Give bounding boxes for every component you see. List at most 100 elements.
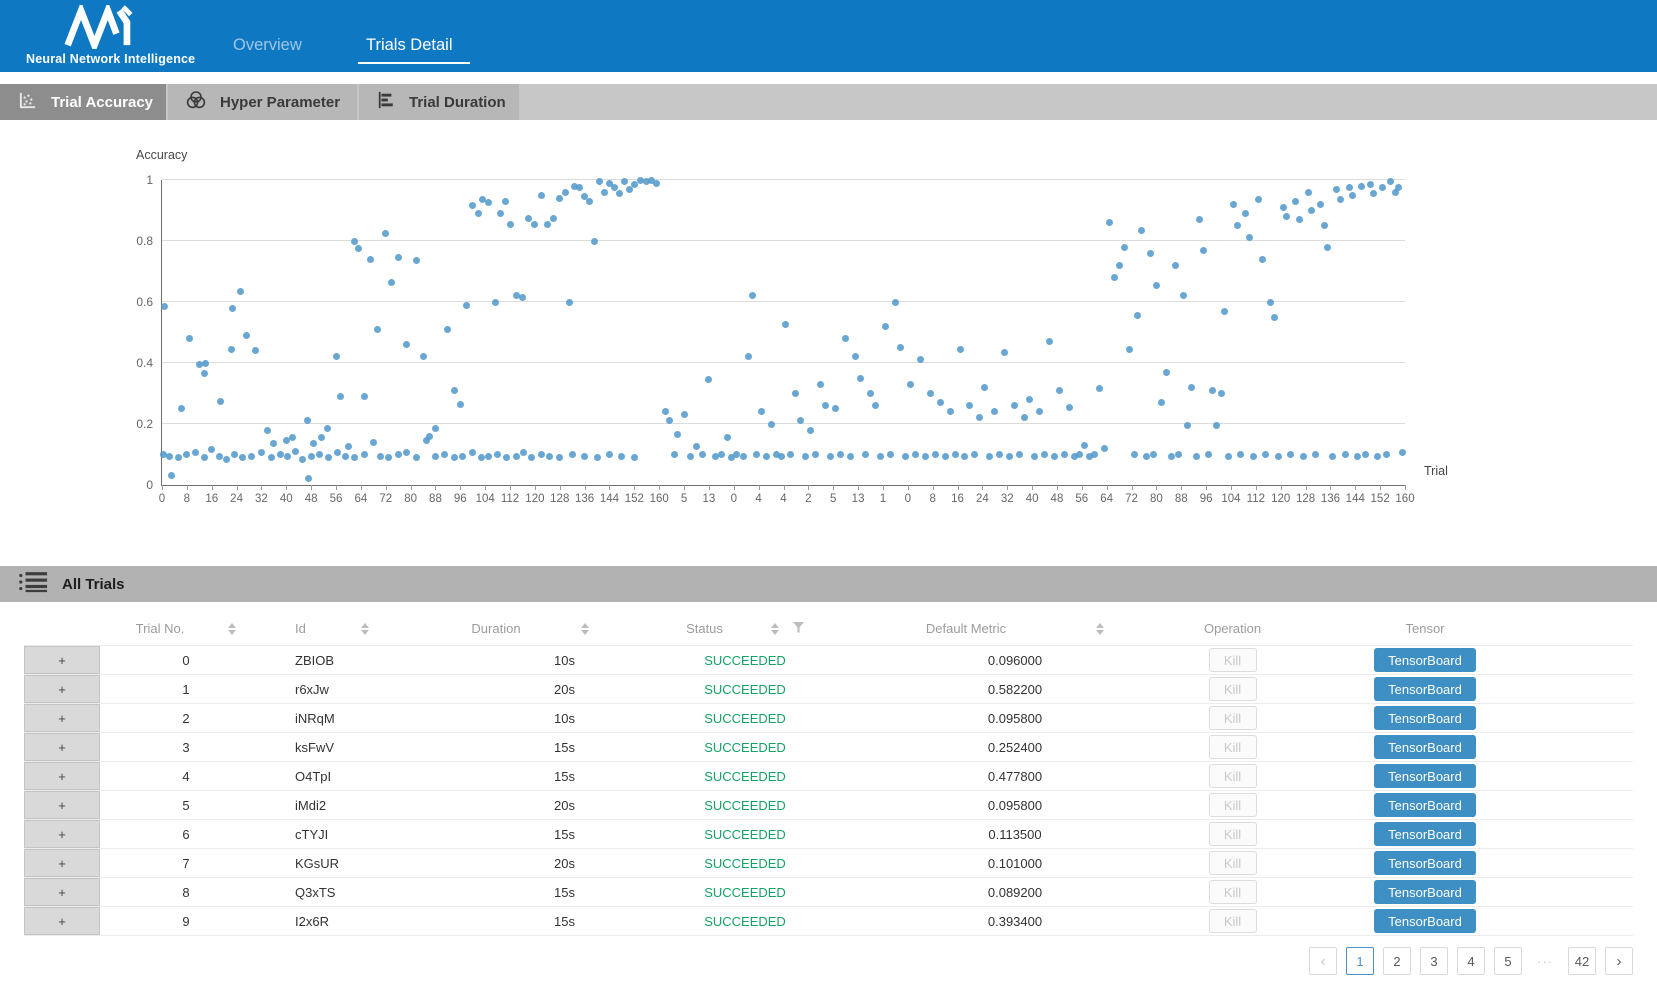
sort-icon[interactable] (1096, 623, 1104, 635)
x-tick-mark (958, 485, 959, 490)
scatter-point (223, 456, 230, 463)
scatter-point (1138, 227, 1145, 234)
kill-button[interactable]: Kill (1209, 851, 1257, 875)
x-tick-mark (510, 485, 511, 490)
pagination-page-button[interactable]: 42 (1568, 947, 1596, 975)
tensor-cell: TensorBoard (1305, 849, 1545, 877)
scatter-point (778, 453, 785, 460)
subtab-trial-accuracy[interactable]: Trial Accuracy (0, 84, 166, 120)
tab-overview[interactable]: Overview (233, 36, 302, 55)
sort-icon[interactable] (228, 623, 236, 635)
x-tick-mark (386, 485, 387, 490)
duration-cell: 15s (440, 878, 620, 906)
pagination-page-button[interactable]: 3 (1420, 947, 1448, 975)
scatter-point (1046, 338, 1053, 345)
spacer-cell (1545, 907, 1633, 935)
x-tick-mark (1306, 485, 1307, 490)
tensorboard-button[interactable]: TensorBoard (1374, 851, 1476, 875)
scatter-point (1346, 184, 1353, 191)
pagination-page-button[interactable]: 5 (1494, 947, 1522, 975)
trial-no-cell: 8 (100, 878, 272, 906)
pagination-prev-button[interactable]: ‹ (1309, 947, 1337, 975)
kill-button[interactable]: Kill (1209, 648, 1257, 672)
spacer-cell (1545, 675, 1633, 703)
kill-button[interactable]: Kill (1209, 735, 1257, 759)
subtab-hyper-parameter[interactable]: Hyper Parameter (168, 84, 357, 120)
x-tick-label: 152 (625, 493, 644, 505)
pagination-page-button[interactable]: 4 (1457, 947, 1485, 975)
kill-button[interactable]: Kill (1209, 764, 1257, 788)
tensor-cell: TensorBoard (1305, 733, 1545, 761)
default-metric-cell: 0.582200 (870, 675, 1160, 703)
operation-cell: Kill (1160, 704, 1305, 732)
filter-icon[interactable] (793, 621, 804, 636)
tensorboard-button[interactable]: TensorBoard (1374, 793, 1476, 817)
expand-row-button[interactable]: + (25, 705, 99, 731)
pagination-next-button[interactable]: › (1605, 947, 1633, 975)
scatter-point (186, 335, 193, 342)
x-tick-label: 160 (1395, 493, 1414, 505)
subtab-trial-accuracy-label: Trial Accuracy (51, 94, 153, 111)
scatter-point (782, 321, 789, 328)
kill-button[interactable]: Kill (1209, 822, 1257, 846)
kill-button[interactable]: Kill (1209, 909, 1257, 933)
kill-button[interactable]: Kill (1209, 880, 1257, 904)
scatter-point (1196, 216, 1203, 223)
x-tick-label: 40 (1026, 493, 1039, 505)
pagination-page-button[interactable]: 2 (1383, 947, 1411, 975)
scatter-point (316, 451, 323, 458)
scatter-point (902, 453, 909, 460)
scatter-point (1193, 453, 1200, 460)
scatter-point (897, 344, 904, 351)
expand-row-button[interactable]: + (25, 647, 99, 673)
scatter-point (1051, 453, 1058, 460)
tensorboard-button[interactable]: TensorBoard (1374, 822, 1476, 846)
kill-button[interactable]: Kill (1209, 706, 1257, 730)
scatter-point (345, 443, 352, 450)
subtab-trial-duration[interactable]: Trial Duration (359, 84, 519, 120)
expand-row-button[interactable]: + (25, 908, 99, 934)
sort-icon[interactable] (361, 623, 369, 635)
expand-row-button[interactable]: + (25, 763, 99, 789)
scatter-point (961, 453, 968, 460)
tensorboard-button[interactable]: TensorBoard (1374, 648, 1476, 672)
trial-no-cell: 5 (100, 791, 272, 819)
header-trial-no[interactable]: Trial No. (100, 621, 272, 636)
sort-icon[interactable] (581, 623, 589, 635)
expand-row-button[interactable]: + (25, 821, 99, 847)
tensorboard-button[interactable]: TensorBoard (1374, 706, 1476, 730)
scatter-point (1126, 346, 1133, 353)
sort-icon[interactable] (771, 623, 779, 635)
tensorboard-button[interactable]: TensorBoard (1374, 677, 1476, 701)
expand-row-button[interactable]: + (25, 850, 99, 876)
tensorboard-button[interactable]: TensorBoard (1374, 764, 1476, 788)
duration-cell: 10s (440, 704, 620, 732)
x-tick-mark (1057, 485, 1058, 490)
tensorboard-button[interactable]: TensorBoard (1374, 909, 1476, 933)
pagination-page-button[interactable]: 1 (1346, 947, 1374, 975)
header-status[interactable]: Status (620, 621, 870, 636)
expand-row-button[interactable]: + (25, 734, 99, 760)
header-duration[interactable]: Duration (440, 621, 620, 636)
kill-button[interactable]: Kill (1209, 677, 1257, 701)
expand-row-button[interactable]: + (25, 879, 99, 905)
trial-id-cell: O4TpI (272, 762, 440, 790)
tensorboard-button[interactable]: TensorBoard (1374, 735, 1476, 759)
expand-row-button[interactable]: + (25, 792, 99, 818)
spacer-cell (1545, 646, 1633, 674)
y-tick-label: 1 (146, 173, 153, 187)
scatter-point (1242, 210, 1249, 217)
kill-button[interactable]: Kill (1209, 793, 1257, 817)
header-id[interactable]: Id (272, 621, 440, 636)
scatter-point (718, 451, 725, 458)
scatter-point (996, 451, 1003, 458)
scatter-point (469, 202, 476, 209)
scatter-point (1131, 451, 1138, 458)
expand-row-button[interactable]: + (25, 676, 99, 702)
scatter-point (469, 449, 476, 456)
tensor-cell: TensorBoard (1305, 704, 1545, 732)
tab-trials-detail[interactable]: Trials Detail (366, 36, 453, 55)
header-default-metric[interactable]: Default Metric (870, 621, 1160, 636)
tensorboard-button[interactable]: TensorBoard (1374, 880, 1476, 904)
scatter-point (1091, 451, 1098, 458)
